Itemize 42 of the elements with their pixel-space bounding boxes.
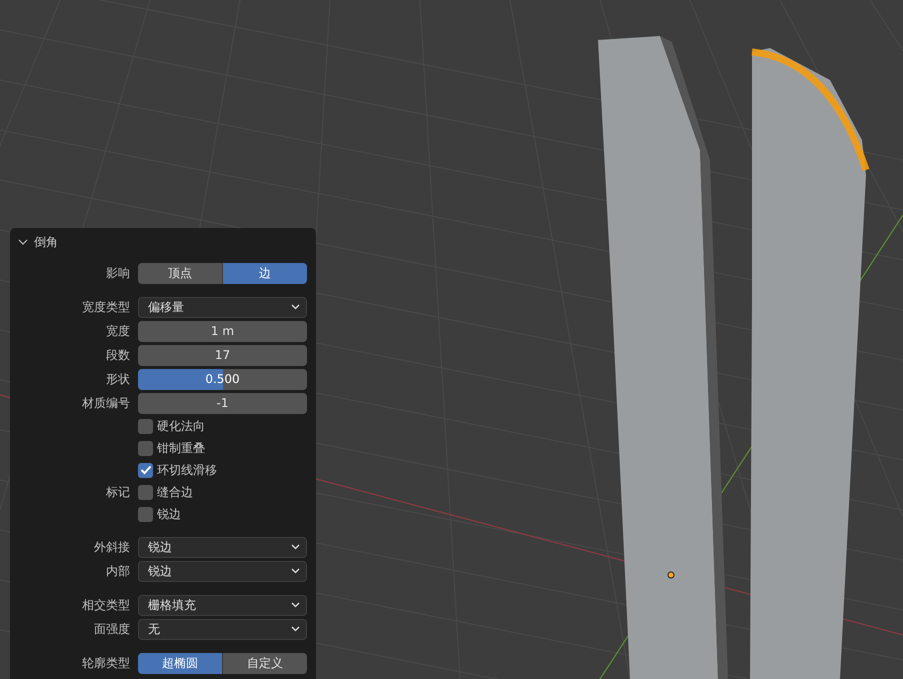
checkbox[interactable] [138,440,153,456]
field-label: 形状 [106,372,130,386]
number-field[interactable]: -1 [138,392,307,414]
number-field[interactable]: 1 m [138,320,307,342]
dropdown-field[interactable]: 锐边 [138,560,307,582]
caret-icon [291,602,300,608]
toggle-option[interactable]: 自定义 [223,652,307,674]
dropdown-field[interactable]: 锐边 [138,536,307,558]
field-label: 外斜接 [94,540,130,554]
checkbox-label: 缝合边 [157,484,193,500]
field-label: 标记 [106,484,130,498]
field-label: 宽度类型 [82,300,130,314]
number-field[interactable]: 17 [138,344,307,366]
checkbox[interactable] [138,418,153,434]
checkbox-label: 钳制重叠 [157,440,205,456]
caret-icon [291,544,300,550]
caret-icon [291,626,300,632]
toggle-option[interactable]: 超椭圆 [138,652,223,674]
field-label: 影响 [106,266,130,280]
dropdown-field[interactable]: 偏移量 [138,296,307,318]
field-label: 相交类型 [82,598,130,612]
toggle-option[interactable]: 边 [223,262,307,284]
checkbox-label: 硬化法向 [157,418,205,434]
dropdown-field[interactable]: 栅格填充 [138,594,307,616]
dropdown-field[interactable]: 无 [138,618,307,640]
checkbox-label: 环切线滑移 [157,462,217,478]
panel-title: 倒角 [34,234,58,250]
field-label: 面强度 [94,622,130,636]
field-label: 轮廓类型 [82,656,130,670]
checkbox[interactable] [138,484,153,500]
field-label: 段数 [106,348,130,362]
field-label: 材质编号 [82,396,130,410]
chevron-icon[interactable] [18,237,28,247]
caret-icon [291,304,300,310]
caret-icon [291,568,300,574]
field-label: 内部 [106,564,130,578]
toggle-option[interactable]: 顶点 [138,262,223,284]
checkbox[interactable] [138,462,153,478]
field-label: 宽度 [106,324,130,338]
checkbox-label: 锐边 [157,506,181,522]
checkbox[interactable] [138,506,153,522]
slider-field[interactable]: 0.500 [138,368,307,390]
